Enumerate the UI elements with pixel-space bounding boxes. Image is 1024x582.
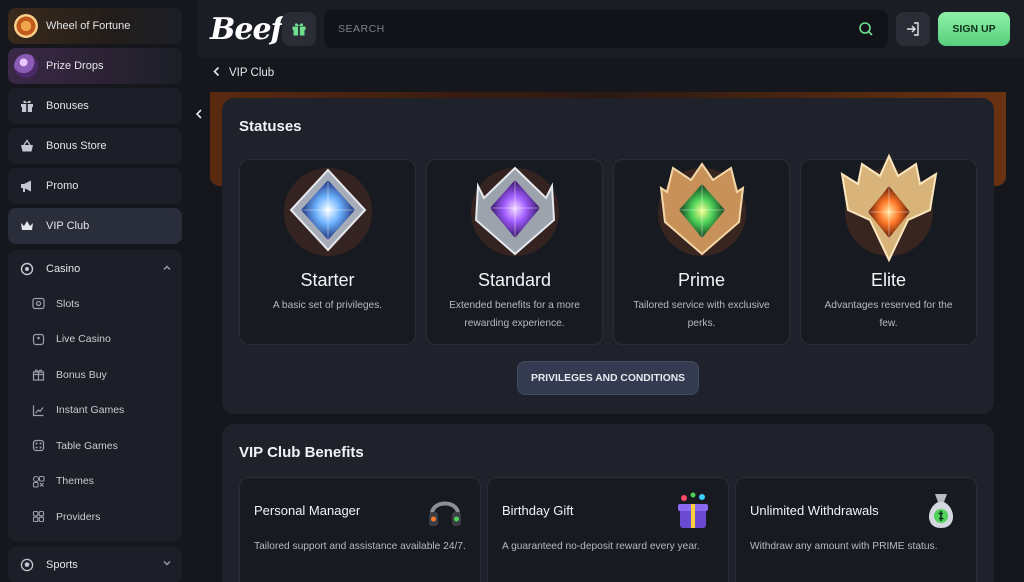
login-button[interactable] [896, 12, 930, 46]
sidebar-item-casino[interactable]: Casino [8, 252, 182, 286]
sidebar-item-bonuses[interactable]: Bonuses [8, 88, 182, 124]
sidebar-item-label: Bonus Store [46, 140, 107, 152]
sidebar-item-bonus-store[interactable]: Bonus Store [8, 128, 182, 164]
sidebar-item-label: Casino [46, 263, 81, 275]
search-bar [324, 10, 888, 48]
benefits-panel: VIP Club Benefits Personal Manager Tailo… [222, 424, 994, 582]
benefit-desc: Withdraw any amount with PRIME status. [750, 541, 938, 552]
prime-badge-icon [657, 162, 746, 256]
benefit-card-personal-manager: Personal Manager Tailored support and as… [239, 477, 481, 582]
sidebar-subitem-label: Providers [56, 510, 101, 523]
sidebar: Wheel of Fortune Prize Drops Bonuses Bon… [0, 0, 192, 582]
status-card-standard: Standard Extended benefits for a more re… [426, 159, 603, 345]
megaphone-icon [18, 177, 36, 195]
standard-badge-icon [470, 166, 559, 256]
benefit-desc: A guaranteed no-deposit reward every yea… [502, 541, 700, 552]
sidebar-item-label: Bonuses [46, 100, 89, 112]
status-desc: A basic set of privileges. [272, 300, 383, 311]
sidebar-subitem-label: Bonus Buy [56, 368, 107, 381]
sidebar-subitem-label: Table Games [56, 439, 118, 452]
sidebar-subitem-label: Slots [56, 297, 80, 310]
status-name: Starter [300, 270, 355, 290]
wheel-of-fortune-icon [14, 14, 38, 38]
starter-badge-icon [283, 168, 372, 256]
sidebar-item-vip-club[interactable]: VIP Club [8, 208, 182, 244]
gift-button[interactable] [282, 12, 316, 46]
live-casino-icon [30, 331, 46, 347]
status-name: Standard [477, 270, 552, 290]
headset-icon [429, 501, 461, 526]
benefit-title: Birthday Gift [502, 503, 574, 518]
status-card-elite: Elite Advantages reserved for the few. [800, 153, 977, 345]
slots-icon [30, 296, 46, 312]
sidebar-item-wheel-of-fortune[interactable]: Wheel of Fortune [8, 8, 182, 44]
login-icon [907, 22, 919, 36]
sidebar-item-label: Prize Drops [46, 60, 104, 72]
instant-games-icon [30, 402, 46, 418]
casino-chip-icon [18, 260, 36, 278]
signup-button[interactable]: SIGN UP [938, 12, 1010, 46]
statuses-title: Statuses [239, 118, 302, 135]
sidebar-item-label: Sports [46, 558, 78, 571]
sidebar-subitem-slots[interactable]: Slots [8, 286, 182, 322]
sidebar-item-sports[interactable]: Sports [8, 546, 182, 582]
search-icon[interactable] [858, 21, 874, 37]
chevron-up-icon[interactable] [162, 263, 172, 276]
sidebar-item-promo[interactable]: Promo [8, 168, 182, 204]
sidebar-subitem-table-games[interactable]: Table Games [8, 428, 182, 464]
sidebar-subitem-bonus-buy[interactable]: Bonus Buy [8, 357, 182, 393]
benefit-title: Unlimited Withdrawals [750, 503, 879, 518]
basket-icon [18, 137, 36, 155]
ball-icon [18, 556, 36, 574]
sidebar-subitem-themes[interactable]: Themes [8, 464, 182, 500]
themes-icon [30, 473, 46, 489]
benefit-title: Personal Manager [254, 503, 361, 518]
sidebar-item-label: Wheel of Fortune [46, 20, 131, 32]
search-input[interactable] [338, 23, 858, 35]
status-desc: Tailored service with exclusive perks. [633, 300, 770, 329]
dice-icon [30, 438, 46, 454]
bonus-buy-icon [30, 367, 46, 383]
chevron-left-icon [195, 109, 202, 119]
status-card-starter: Starter A basic set of privileges. [239, 159, 416, 345]
sidebar-subitem-label: Live Casino [56, 333, 111, 346]
status-name: Prime [677, 270, 725, 290]
money-bag-icon [928, 494, 954, 528]
status-card-prime: Prime Tailored service with exclusive pe… [613, 159, 790, 345]
privileges-and-conditions-button[interactable]: PRIVILEGES AND CONDITIONS [517, 361, 699, 395]
gift-icon [18, 97, 36, 115]
status-desc: Extended benefits for a more rewarding e… [449, 300, 580, 329]
sidebar-subitem-live-casino[interactable]: Live Casino [8, 322, 182, 358]
statuses-panel: Statuses Starter A basic set of privileg… [222, 98, 994, 414]
breadcrumb-label: VIP Club [229, 67, 275, 79]
sidebar-item-label: VIP Club [46, 220, 90, 232]
chevron-down-icon[interactable] [162, 558, 172, 571]
sidebar-subitem-providers[interactable]: Providers [8, 499, 182, 535]
brand-logo[interactable]: Beef [210, 12, 283, 47]
status-desc: Advantages reserved for the few. [824, 300, 953, 329]
sidebar-subitem-instant-games[interactable]: Instant Games [8, 393, 182, 429]
benefit-card-birthday-gift: Birthday Gift A guaranteed no-deposit re… [487, 477, 729, 582]
benefit-desc: Tailored support and assistance availabl… [254, 541, 466, 552]
sidebar-subitem-label: Themes [56, 475, 94, 488]
sidebar-collapse-button[interactable] [188, 100, 210, 128]
crown-icon [18, 217, 36, 235]
breadcrumb[interactable]: VIP Club [212, 66, 274, 80]
sidebar-item-label: Promo [46, 180, 79, 192]
gift-icon [292, 23, 306, 36]
elite-badge-icon [840, 153, 937, 263]
sidebar-item-prize-drops[interactable]: Prize Drops [8, 48, 182, 84]
benefits-title: VIP Club Benefits [239, 444, 364, 461]
gift-box-icon [678, 492, 708, 528]
benefit-card-unlimited-withdrawals: Unlimited Withdrawals Withdraw any amoun… [735, 477, 977, 582]
providers-icon [30, 509, 46, 525]
prize-drops-icon [14, 54, 38, 78]
status-name: Elite [870, 270, 906, 290]
top-header: Beef SIGN UP [198, 0, 1024, 58]
casino-group: Casino Slots Live Casino Bonus Buy Insta… [8, 250, 182, 541]
sidebar-subitem-label: Instant Games [56, 404, 125, 417]
back-chevron-icon[interactable] [212, 66, 221, 80]
